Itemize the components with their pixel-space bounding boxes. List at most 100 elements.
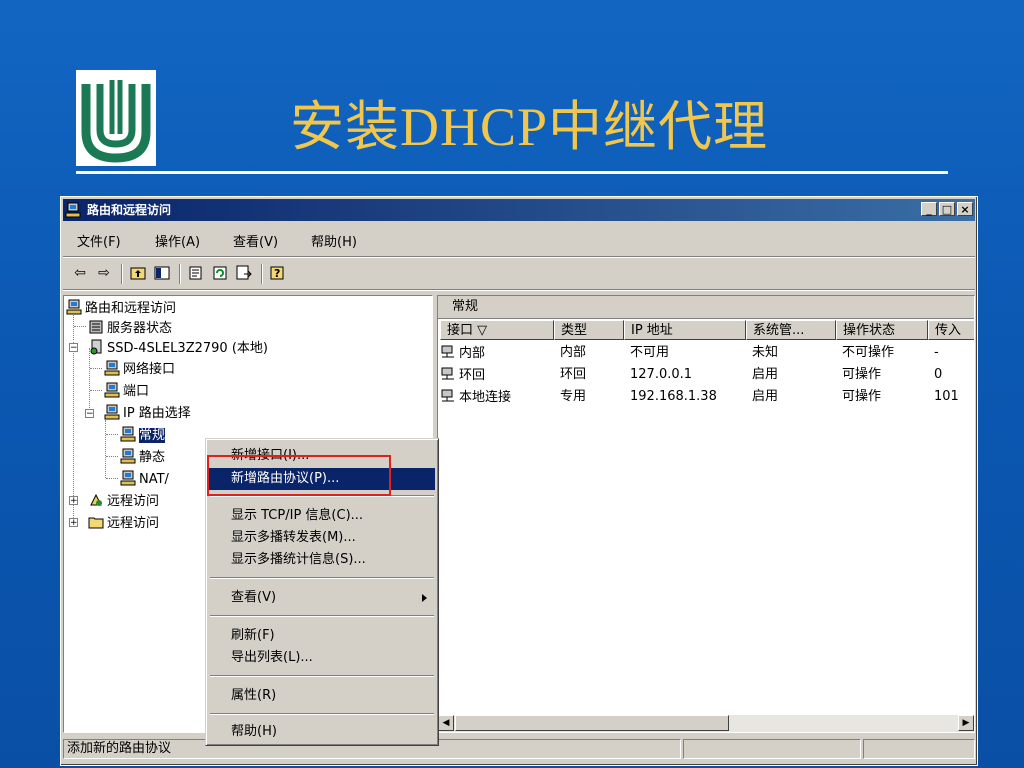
company-logo — [76, 70, 156, 166]
menu-action[interactable]: 操作(A) — [155, 231, 200, 250]
nat-computer-icon — [120, 470, 136, 486]
minimize-button[interactable]: _ — [921, 202, 937, 216]
row-oper: 可操作 — [842, 389, 882, 404]
window-title: 路由和远程访问 — [87, 203, 172, 217]
row-name-text: 内部 — [459, 346, 486, 361]
tree-line — [90, 390, 102, 391]
status-panel — [863, 739, 975, 759]
network-computer-icon — [104, 360, 120, 376]
tree-label: 远程访问 — [107, 516, 160, 531]
help-icon[interactable]: ? — [269, 264, 287, 282]
close-button[interactable]: × — [957, 202, 973, 216]
tree-item-general[interactable]: 常规 — [120, 426, 166, 444]
tree-label: 路由和远程访问 — [85, 301, 177, 316]
title-divider — [76, 171, 948, 174]
menu-item-show-multicast-stats[interactable]: 显示多播统计信息(S)... — [209, 549, 435, 571]
expand-toggle[interactable]: + — [69, 496, 78, 506]
network-adapter-icon — [441, 367, 454, 380]
menu-separator — [210, 713, 434, 715]
details-pane: 常规 接口 ▽ 类型 IP 地址 系统管... 操作状态 传入 内部 内部 不可… — [437, 295, 975, 733]
column-header-type[interactable]: 类型 — [554, 320, 624, 340]
row-admin: 启用 — [752, 367, 779, 382]
tree-item-remote-access-logging[interactable]: 远程访问 — [88, 514, 159, 532]
menu-item-show-tcpip[interactable]: 显示 TCP/IP 信息(C)... — [209, 505, 435, 527]
menu-item-view[interactable]: 查看(V) — [209, 587, 435, 609]
refresh-icon[interactable] — [211, 264, 229, 282]
tree-item-remote-access-policy[interactable]: 远程访问 — [88, 492, 159, 510]
folder-icon — [88, 517, 104, 529]
tree-item-server-status[interactable]: 服务器状态 — [88, 319, 172, 337]
horizontal-scrollbar[interactable]: ◀ ▶ — [438, 715, 974, 732]
computer-icon — [66, 299, 82, 315]
properties-icon[interactable] — [187, 264, 205, 282]
menu-item-help[interactable]: 帮助(H) — [209, 721, 435, 743]
menu-item-export-list[interactable]: 导出列表(L)... — [209, 647, 435, 669]
row-name: 本地连接 — [440, 388, 511, 406]
scroll-right-icon[interactable]: ▶ — [958, 715, 974, 731]
column-header-oper-status[interactable]: 操作状态 — [836, 320, 928, 340]
collapse-toggle[interactable]: − — [85, 409, 94, 419]
menu-item-properties[interactable]: 属性(R) — [209, 685, 435, 707]
tree-item-nat[interactable]: NAT/ — [120, 470, 169, 488]
tree-line — [74, 326, 86, 327]
scroll-left-icon[interactable]: ◀ — [438, 715, 454, 731]
window-titlebar[interactable]: 路由和远程访问 _ □ × — [63, 199, 975, 221]
tree-label: 远程访问 — [107, 494, 160, 509]
details-title: 常规 — [438, 296, 974, 319]
row-in: 0 — [934, 367, 943, 382]
show-tree-icon[interactable] — [153, 264, 171, 282]
server-computer-icon — [90, 339, 102, 355]
tree-item-ports[interactable]: 端口 — [104, 382, 149, 400]
port-computer-icon — [104, 382, 120, 398]
tree-line — [90, 368, 102, 369]
menu-separator — [210, 615, 434, 617]
tree-label: 服务器状态 — [107, 321, 173, 336]
tree-label: IP 路由选择 — [123, 406, 191, 421]
row-name-text: 环回 — [459, 368, 486, 383]
menu-help[interactable]: 帮助(H) — [311, 231, 357, 250]
back-arrow-icon[interactable]: ⇦ — [71, 264, 89, 282]
menu-view[interactable]: 查看(V) — [233, 231, 278, 250]
callout-highlight-box — [207, 455, 391, 496]
submenu-arrow-icon — [422, 594, 427, 602]
menu-file[interactable]: 文件(F) — [77, 231, 121, 250]
column-header-ip[interactable]: IP 地址 — [624, 320, 746, 340]
tree-line — [106, 478, 118, 479]
routing-computer-icon — [104, 404, 120, 420]
maximize-button[interactable]: □ — [939, 202, 955, 216]
network-adapter-icon — [441, 389, 454, 402]
up-folder-icon[interactable] — [129, 264, 147, 282]
menu-separator — [210, 675, 434, 677]
column-header-incoming[interactable]: 传入 — [928, 320, 974, 340]
tree-item-server[interactable]: SSD-4SLEL3Z2790 (本地) — [88, 339, 268, 357]
menu-separator — [63, 256, 975, 258]
tree-item-ip-routing[interactable]: IP 路由选择 — [104, 404, 191, 422]
tree-line — [106, 434, 118, 435]
tree-item-network-interfaces[interactable]: 网络接口 — [104, 360, 175, 378]
static-computer-icon — [120, 448, 136, 464]
row-ip: 127.0.0.1 — [630, 367, 693, 382]
column-header-interface[interactable]: 接口 ▽ — [440, 320, 554, 340]
server-icon — [89, 320, 103, 334]
rras-window: 路由和远程访问 _ □ × 文件(F) 操作(A) 查看(V) 帮助(H) ⇦ … — [60, 196, 978, 766]
tree-label: SSD-4SLEL3Z2790 (本地) — [107, 341, 268, 356]
slide-title: 安装DHCP中继代理 — [290, 97, 769, 157]
tree-item-root[interactable]: 路由和远程访问 — [66, 299, 176, 317]
export-list-icon[interactable] — [235, 264, 253, 282]
menu-item-refresh[interactable]: 刷新(F) — [209, 625, 435, 647]
general-computer-icon — [120, 426, 136, 442]
collapse-toggle[interactable]: − — [69, 343, 78, 353]
tree-label: 网络接口 — [123, 362, 176, 377]
row-in: 101 — [934, 389, 959, 404]
menu-item-show-multicast-forwarding[interactable]: 显示多播转发表(M)... — [209, 527, 435, 549]
column-header-admin-status[interactable]: 系统管... — [746, 320, 836, 340]
row-name-text: 本地连接 — [459, 390, 512, 405]
scroll-thumb[interactable] — [455, 715, 729, 731]
forward-arrow-icon[interactable]: ⇨ — [95, 264, 113, 282]
tree-line — [106, 456, 118, 457]
expand-toggle[interactable]: + — [69, 518, 78, 528]
svg-text:?: ? — [274, 267, 280, 280]
row-type: 专用 — [560, 389, 587, 404]
network-adapter-icon — [441, 345, 454, 358]
tree-item-static[interactable]: 静态 — [120, 448, 165, 466]
